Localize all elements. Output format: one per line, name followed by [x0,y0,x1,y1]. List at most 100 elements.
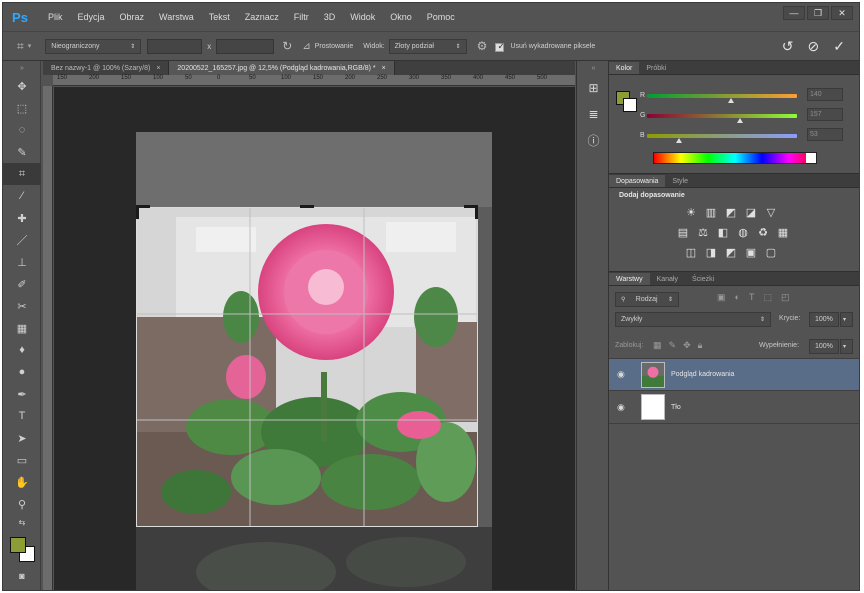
reset-icon[interactable]: ↺ [782,38,794,55]
commit-check-icon[interactable]: ✓ [833,38,845,55]
tab-layers[interactable]: Warstwy [609,273,650,285]
opacity-input[interactable]: 100% [809,312,839,327]
tab-styles[interactable]: Style [665,175,695,187]
gear-icon[interactable]: ⚙ [477,39,488,53]
menu-select[interactable]: Zaznacz [245,12,279,22]
menu-window[interactable]: Okno [390,12,412,22]
gradient-tool-icon[interactable]: ▦ [3,317,41,339]
threshold-icon[interactable]: ◩ [725,246,737,259]
collapse-dock-icon[interactable]: « [577,61,610,75]
brush-tool-icon[interactable]: ／ [3,229,41,251]
menu-file[interactable]: Plik [48,12,63,22]
selective-color-icon[interactable]: ▢ [765,246,777,259]
red-channel-slider[interactable]: R 140 [640,88,843,103]
dodge-tool-icon[interactable]: ● [3,361,41,383]
tab-color[interactable]: Kolor [609,62,640,74]
tab-channels[interactable]: Kanały [650,273,685,285]
lock-all-icon[interactable]: 🔒︎ [698,340,703,351]
photo-filter-icon[interactable]: ◍ [737,226,749,239]
quick-select-tool-icon[interactable]: ✎ [3,141,41,163]
character-panel-icon[interactable]: ≣ [577,101,610,127]
invert-icon[interactable]: ◫ [685,246,697,259]
view-select[interactable]: Złoty podział ⇕ [388,38,467,54]
menu-view[interactable]: Widok [350,12,375,22]
eyedropper-tool-icon[interactable]: ⁄ [3,185,41,207]
ratio-width-field[interactable] [147,38,203,54]
color-balance-icon[interactable]: ⚖ [697,226,709,239]
channel-value[interactable]: 140 [807,88,843,101]
slider-track[interactable] [647,113,797,118]
crop-preview-image[interactable] [136,132,492,591]
color-spectrum-ramp[interactable] [653,152,817,164]
posterize-icon[interactable]: ◨ [705,246,717,259]
blend-mode-select[interactable]: Zwykły ⇕ [615,312,771,327]
history-brush-tool-icon[interactable]: ✐ [3,273,41,295]
collapse-toolbox-icon[interactable]: » [3,61,41,75]
tab-paths[interactable]: Ścieżki [685,273,721,285]
menu-image[interactable]: Obraz [120,12,145,22]
tab-document-2[interactable]: 20200522_165257.jpg @ 12,5% (Podgląd kad… [169,61,395,75]
type-tool-icon[interactable]: T [3,405,41,427]
swap-icon[interactable]: ↻ [282,39,292,53]
blur-tool-icon[interactable]: ♦ [3,339,41,361]
tab-adjustments[interactable]: Dopasowania [609,175,666,187]
menu-type[interactable]: Tekst [209,12,230,22]
layer-row-crop-preview[interactable]: ◉ Podgląd kadrowania [609,358,859,391]
channel-mixer-icon[interactable]: ♻ [757,226,769,239]
layer-filter-select[interactable]: ⚲ Rodzaj ⇕ [615,292,679,307]
menu-3d[interactable]: 3D [324,12,336,22]
horizontal-ruler[interactable]: 150 200 150 100 50 0 50 100 150 200 250 300 350 400 45… [53,75,575,86]
fill-input[interactable]: 100% [809,339,839,354]
hue-saturation-icon[interactable]: ▤ [677,226,689,239]
blue-channel-slider[interactable]: B 53 [640,128,843,143]
crop-tool-preset-icon[interactable]: ⌗ [17,39,24,54]
ratio-height-field[interactable] [216,38,275,54]
opacity-dropdown[interactable]: ▾ [840,312,853,327]
rectangle-tool-icon[interactable]: ▭ [3,449,41,471]
delete-pixels-checkbox[interactable]: ✓ [495,41,505,52]
lock-transparency-icon[interactable]: ▦ [653,340,662,351]
green-channel-slider[interactable]: G 157 [640,108,843,123]
pixel-filter-icon[interactable]: ▣ [717,292,726,303]
slider-track[interactable] [647,133,797,138]
menu-layer[interactable]: Warstwa [159,12,194,22]
adjustment-filter-icon[interactable]: ◐ [735,292,740,303]
path-select-tool-icon[interactable]: ➤ [3,427,41,449]
tab-document-1[interactable]: Bez nazwy-1 @ 100% (Szary/8) × [43,61,170,75]
preset-dropdown-arrow-icon[interactable]: ▾ [28,42,32,50]
history-panel-icon[interactable]: ⊞ [577,75,610,101]
straighten-icon[interactable]: ⊿ [302,41,310,52]
cancel-icon[interactable]: ⊘ [808,38,820,55]
menu-filter[interactable]: Filtr [294,12,309,22]
lasso-tool-icon[interactable]: ◌ [3,119,41,141]
channel-value[interactable]: 53 [807,128,843,141]
minimize-button[interactable]: — [783,6,805,20]
lock-position-icon[interactable]: ✥ [683,340,691,351]
menu-help[interactable]: Pomoc [427,12,455,22]
vertical-ruler[interactable] [43,86,53,590]
info-panel-icon[interactable]: ⓘ [577,127,610,153]
layer-name[interactable]: Tło [671,404,681,411]
swap-colors-icon[interactable]: ⇆ [3,515,41,529]
slider-thumb[interactable] [675,138,682,143]
move-tool-icon[interactable]: ✥ [3,75,41,97]
foreground-color-swatch[interactable] [10,537,26,553]
fill-dropdown[interactable]: ▾ [840,339,853,354]
quick-mask-icon[interactable]: ◙ [3,565,41,587]
black-white-icon[interactable]: ◧ [717,226,729,239]
brightness-icon[interactable]: ☀ [685,206,697,219]
vibrance-icon[interactable]: ▽ [765,206,777,219]
shape-filter-icon[interactable]: ⬚ [763,292,772,303]
restore-button[interactable]: ❐ [807,6,829,20]
type-filter-icon[interactable]: T [749,292,755,303]
close-icon[interactable]: × [156,65,160,72]
eye-icon[interactable]: ◉ [617,369,633,380]
slider-track[interactable] [647,93,797,98]
color-lookup-icon[interactable]: ▦ [777,226,789,239]
clone-stamp-tool-icon[interactable]: ⊥ [3,251,41,273]
exposure-icon[interactable]: ◪ [745,206,757,219]
eraser-tool-icon[interactable]: ✂ [3,295,41,317]
layer-row-background[interactable]: ◉ Tło [609,391,859,424]
straighten-label[interactable]: Prostowanie [315,43,354,50]
eye-icon[interactable]: ◉ [617,402,633,413]
